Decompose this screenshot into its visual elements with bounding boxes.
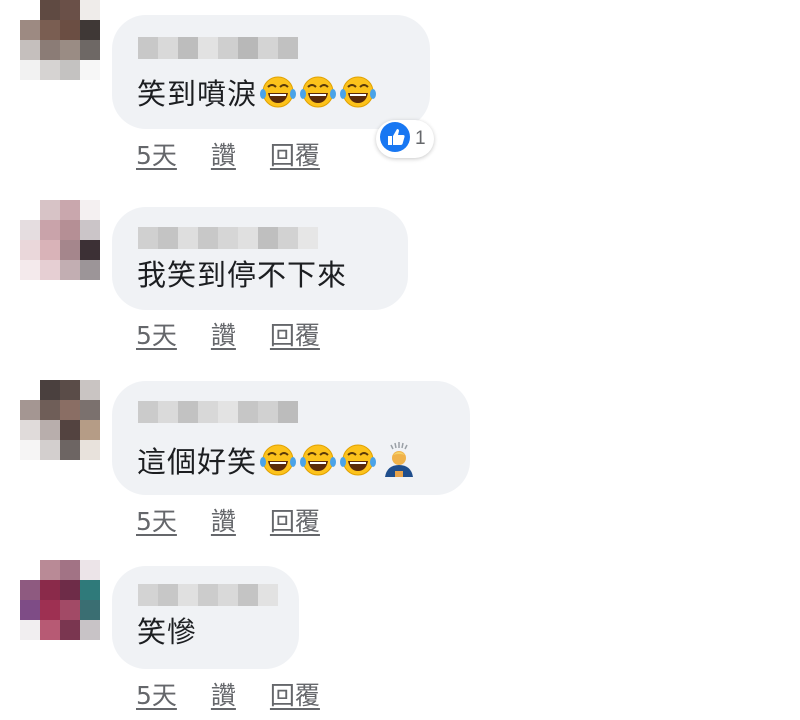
comment-actions: 5天 讚 回覆 [136, 316, 320, 352]
avatar[interactable] [20, 200, 100, 280]
comment-text: 笑到噴淚 [137, 75, 377, 117]
laughing-tears-emoji-icon [299, 75, 337, 117]
like-button[interactable]: 讚 [211, 316, 236, 352]
thumbs-up-icon [379, 121, 411, 157]
author-name-blurred[interactable] [138, 401, 298, 423]
laughing-tears-emoji-icon [339, 75, 377, 117]
comment-actions: 5天 讚 回覆 [136, 502, 320, 538]
like-button[interactable]: 讚 [211, 136, 236, 172]
laughing-tears-emoji-icon [259, 443, 297, 485]
comment-bubble: 這個好笑 [112, 381, 470, 495]
timestamp-link[interactable]: 5天 [136, 136, 177, 172]
comment-text: 這個好笑 [137, 441, 419, 487]
comment-bubble: 笑到噴淚 [112, 15, 430, 129]
comment-bubble: 笑慘 [112, 566, 299, 669]
reply-button[interactable]: 回覆 [270, 316, 320, 352]
comment-text-label: 我笑到停不下來 [137, 258, 348, 292]
author-name-blurred[interactable] [138, 227, 318, 249]
comment-text: 笑慘 [137, 614, 197, 650]
laughing-tears-emoji-icon [299, 443, 337, 485]
reply-button[interactable]: 回覆 [270, 676, 320, 712]
like-button[interactable]: 讚 [211, 502, 236, 538]
timestamp-link[interactable]: 5天 [136, 502, 177, 538]
author-name-blurred[interactable] [138, 584, 278, 606]
reply-button[interactable]: 回覆 [270, 136, 320, 172]
comment-text-label: 這個好笑 [137, 445, 258, 479]
laughing-tears-emoji-icon [339, 443, 377, 485]
comment-bubble: 我笑到停不下來 [112, 207, 408, 310]
laughing-tears-emoji-icon [259, 75, 297, 117]
comment-text: 我笑到停不下來 [137, 257, 347, 293]
avatar[interactable] [20, 0, 100, 80]
author-name-blurred[interactable] [138, 37, 298, 59]
reaction-count: 1 [415, 128, 426, 149]
bowing-person-emoji-icon [379, 441, 419, 487]
timestamp-link[interactable]: 5天 [136, 676, 177, 712]
timestamp-link[interactable]: 5天 [136, 316, 177, 352]
avatar[interactable] [20, 380, 100, 460]
comment-actions: 5天 讚 回覆 [136, 676, 320, 712]
comment-text-label: 笑到噴淚 [137, 77, 258, 111]
avatar[interactable] [20, 560, 100, 640]
reply-button[interactable]: 回覆 [270, 502, 320, 538]
reaction-summary[interactable]: 1 [376, 120, 434, 158]
comment-text-label: 笑慘 [137, 615, 198, 649]
like-button[interactable]: 讚 [211, 676, 236, 712]
comment-actions: 5天 讚 回覆 [136, 136, 320, 172]
